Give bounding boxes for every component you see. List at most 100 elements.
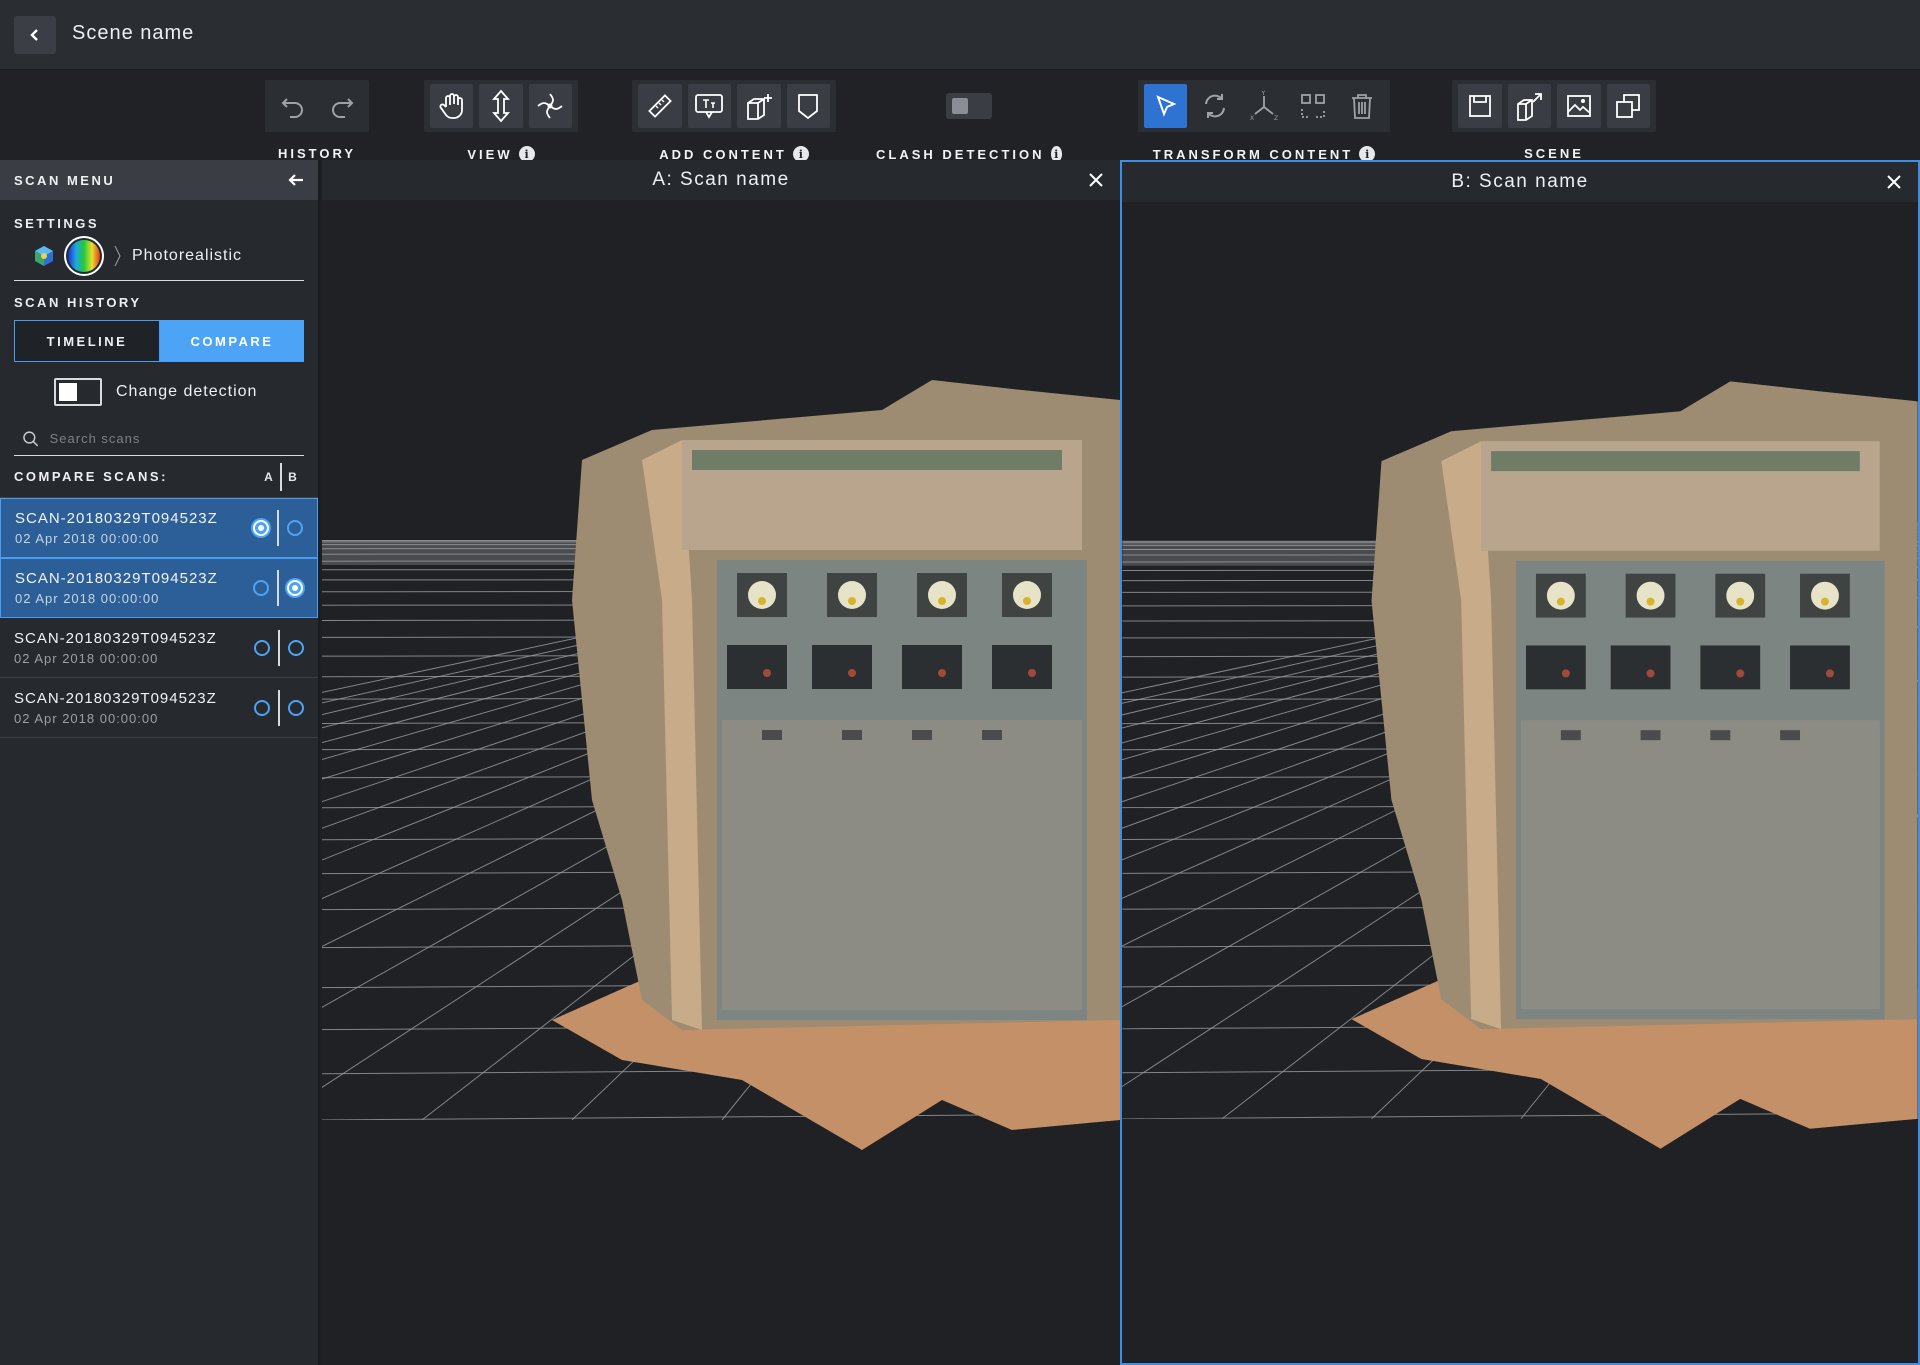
radio-divider [277, 510, 279, 546]
undo-button[interactable] [271, 84, 314, 128]
rotate-button[interactable] [1193, 84, 1236, 128]
svg-text:X: X [1250, 115, 1254, 122]
scan-menu-title: SCAN MENU [14, 172, 116, 188]
history-mode-tabs: TIMELINE COMPARE [14, 320, 304, 362]
tag-icon [798, 94, 819, 120]
compare-b-radio[interactable] [287, 520, 303, 536]
color-mode-button[interactable] [64, 235, 104, 276]
close-icon[interactable] [1884, 172, 1904, 192]
change-detection-label: Change detection [116, 383, 258, 400]
close-icon[interactable] [1086, 170, 1106, 190]
add-content-group: ADD CONTENT i [632, 80, 836, 162]
pan-hand-icon [439, 93, 463, 119]
scene-label: SCENE [1524, 146, 1584, 161]
svg-text:Z: Z [1274, 115, 1278, 122]
main-toolbar: HISTORY VIEW i ADD CONTENT i CLASH DETEC… [0, 70, 1920, 162]
text-annotation-button[interactable] [687, 84, 731, 128]
delete-button[interactable] [1341, 84, 1384, 128]
tab-timeline[interactable]: TIMELINE [14, 320, 160, 362]
bounding-box-icon [1301, 94, 1326, 118]
tag-button[interactable] [786, 84, 830, 128]
compare-a-radio[interactable] [254, 699, 270, 716]
add-object-button[interactable] [737, 84, 781, 128]
bounding-box-button[interactable] [1292, 84, 1335, 128]
settings-title: SETTINGS [14, 216, 100, 231]
save-button[interactable] [1458, 84, 1502, 128]
collapse-arrow-icon[interactable] [288, 173, 304, 187]
pane-b-title: B: Scan name [1451, 171, 1589, 192]
scan-menu-sidebar: SCAN MENU SETTINGS Photorealistic SCAN H… [0, 160, 320, 1365]
history-label: HISTORY [277, 146, 357, 161]
axes-button[interactable]: Y X Z [1242, 84, 1285, 128]
scan-list-item[interactable]: SCAN-20180329T094523Z 02 Apr 2018 00:00:… [0, 678, 318, 738]
duplicate-button[interactable] [1606, 84, 1650, 128]
scan-menu-header: SCAN MENU [0, 160, 318, 200]
scan-list-item[interactable]: SCAN-20180329T094523Z 02 Apr 2018 00:00:… [0, 558, 318, 618]
duplicate-icon [1616, 94, 1641, 118]
measure-ruler-icon [647, 94, 672, 118]
svg-text:Y: Y [1261, 90, 1266, 97]
separator-chevron-icon [114, 245, 121, 266]
compare-scans-title: COMPARE SCANS: [14, 469, 168, 484]
radio-divider [278, 629, 280, 666]
point-cloud-scene [322, 200, 1120, 1365]
radio-divider [278, 689, 280, 726]
scan-list-item[interactable]: SCAN-20180329T094523Z 02 Apr 2018 00:00:… [0, 618, 318, 678]
back-button[interactable] [14, 16, 56, 54]
radio-divider [277, 570, 279, 606]
select-button[interactable] [1144, 84, 1188, 128]
3d-viewport-b[interactable] [1122, 202, 1918, 1363]
compare-a-radio[interactable] [254, 639, 270, 656]
scan-name: SCAN-20180329T094523Z [14, 629, 217, 647]
scan-date: 02 Apr 2018 00:00:00 [14, 710, 159, 726]
column-a-label: A [264, 469, 274, 484]
redo-button[interactable] [320, 84, 363, 128]
screenshot-button[interactable] [1557, 84, 1601, 128]
text-annotation-icon [695, 94, 724, 119]
tab-compare[interactable]: COMPARE [160, 320, 304, 362]
compare-a-radio[interactable] [253, 520, 269, 536]
search-icon [23, 430, 39, 446]
compare-a-radio[interactable] [253, 580, 269, 596]
top-bar: Scene name [0, 0, 1920, 70]
scene-group: SCENE [1452, 80, 1656, 161]
orbit-icon [537, 93, 563, 119]
clash-detection-toggle[interactable] [946, 93, 992, 119]
export-button[interactable] [1507, 84, 1551, 128]
clash-detection-group: CLASH DETECTION i [876, 80, 1062, 162]
scan-history-title: SCAN HISTORY [14, 295, 142, 310]
scan-pane-b: B: Scan name [1120, 160, 1920, 1365]
redo-icon [331, 98, 353, 118]
scan-name: SCAN-20180329T094523Z [14, 689, 217, 707]
measure-button[interactable] [638, 84, 682, 128]
scan-date: 02 Apr 2018 00:00:00 [14, 650, 159, 666]
trash-icon [1352, 94, 1373, 119]
change-detection-toggle[interactable] [54, 378, 102, 406]
orbit-button[interactable] [528, 84, 572, 128]
scan-list-item[interactable]: SCAN-20180329T094523Z 02 Apr 2018 00:00:… [0, 498, 318, 558]
chevron-left-icon [30, 29, 38, 41]
render-settings: Photorealistic [14, 231, 304, 281]
search-input[interactable] [49, 431, 304, 446]
scan-name: SCAN-20180329T094523Z [15, 570, 218, 587]
pan-button[interactable] [430, 84, 474, 128]
scan-list: SCAN-20180329T094523Z 02 Apr 2018 00:00:… [0, 498, 318, 738]
compare-b-radio[interactable] [288, 699, 304, 716]
axes-icon: Y X Z [1250, 90, 1278, 122]
scan-pane-a: A: Scan name [322, 160, 1120, 1365]
transform-content-group: YXZ TRANSFORM CONTENT i [1138, 80, 1390, 162]
export-icon [1517, 93, 1543, 121]
3d-viewport-a[interactable] [322, 200, 1120, 1365]
compare-b-radio[interactable] [288, 639, 304, 656]
search-bar [14, 422, 304, 456]
render-mode-label: Photorealistic [132, 246, 243, 264]
image-icon [1566, 95, 1591, 117]
rotate-icon [1204, 94, 1225, 118]
scan-name: SCAN-20180329T094523Z [15, 510, 218, 527]
view-group: VIEW i [424, 80, 578, 162]
vertical-move-button[interactable] [479, 84, 523, 128]
point-cloud-icon[interactable] [34, 245, 54, 267]
compare-scans-header: COMPARE SCANS: A B [0, 456, 318, 498]
compare-b-radio[interactable] [287, 580, 303, 596]
save-icon [1468, 95, 1491, 117]
